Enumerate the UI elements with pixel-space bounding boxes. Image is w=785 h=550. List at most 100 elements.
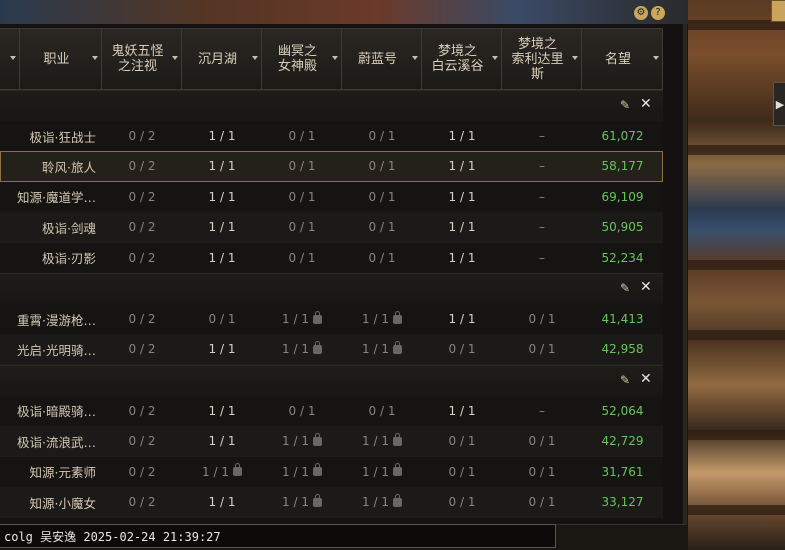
lock-icon bbox=[312, 310, 322, 324]
progress-cell: 0 / 2 bbox=[102, 426, 182, 456]
progress-value: 1 / 1 bbox=[448, 403, 476, 418]
progress-value: 1 / 1 bbox=[362, 312, 389, 326]
column-header-4[interactable]: 幽冥之 女神殿 bbox=[262, 29, 342, 89]
lock-icon bbox=[312, 493, 322, 507]
pencil-icon[interactable]: ✎ bbox=[620, 373, 630, 387]
progress-cell: 1 / 1 bbox=[422, 121, 502, 151]
job-name: 极诣·暗殿骑… bbox=[17, 404, 96, 420]
fame-value: 52,234 bbox=[601, 250, 644, 265]
dropdown-arrow-icon[interactable] bbox=[252, 56, 258, 60]
lock-icon bbox=[392, 310, 402, 324]
progress-cell: 1 / 1 bbox=[262, 334, 342, 364]
pencil-icon[interactable]: ✎ bbox=[620, 281, 630, 295]
dropdown-arrow-icon[interactable] bbox=[10, 56, 16, 60]
progress-cell: 0 / 1 bbox=[342, 121, 422, 151]
progress-cell: 0 / 1 bbox=[502, 304, 582, 334]
progress-cell: 0 / 1 bbox=[422, 426, 502, 456]
progress-value: 1 / 1 bbox=[282, 342, 309, 357]
job-name: 极诣·剑魂 bbox=[42, 220, 96, 236]
progress-value: 1 / 1 bbox=[208, 403, 236, 418]
column-header-6[interactable]: 梦境之 白云溪谷 bbox=[422, 29, 502, 89]
table-row[interactable]: 极诣·剑魂 0 / 2 1 / 1 0 / 1 0 / 1 1 / 1 – 50,905 bbox=[0, 212, 663, 244]
dropdown-arrow-icon[interactable] bbox=[653, 56, 659, 60]
table-row[interactable]: 极诣·刃影 0 / 2 1 / 1 0 / 1 0 / 1 1 / 1 – 52,234 bbox=[0, 242, 663, 274]
settings-gear-icon[interactable]: ⚙ bbox=[634, 6, 648, 20]
progress-value: – bbox=[539, 129, 545, 143]
progress-value: 1 / 1 bbox=[362, 464, 389, 479]
game-scene-background bbox=[688, 0, 785, 550]
column-header-8[interactable]: 名望 bbox=[582, 29, 663, 89]
progress-value: 0 / 2 bbox=[128, 342, 156, 357]
help-icon[interactable]: ? bbox=[651, 6, 665, 20]
progress-value: 1 / 1 bbox=[208, 159, 236, 174]
table-row[interactable]: 知源·小魔女 0 / 2 1 / 1 1 / 1 1 / 1 0 / 1 0 / 1 33,1… bbox=[0, 487, 663, 518]
dropdown-arrow-icon[interactable] bbox=[92, 56, 98, 60]
job-name: 光启·光明骑… bbox=[17, 342, 96, 358]
progress-cell: 0 / 2 bbox=[102, 121, 182, 151]
side-expand-arrow-icon[interactable]: ▶ bbox=[773, 82, 785, 126]
progress-cell: 0 / 2 bbox=[102, 457, 182, 487]
progress-value: 0 / 1 bbox=[368, 159, 396, 174]
column-header-label: 蔚蓝号 bbox=[357, 51, 397, 67]
progress-value: 1 / 1 bbox=[362, 434, 389, 449]
column-header-2[interactable]: 鬼妖五怪 之注视 bbox=[102, 29, 182, 89]
progress-value: 1 / 1 bbox=[282, 312, 309, 326]
group-header: ✎ ✕ bbox=[0, 90, 663, 122]
progress-cell: 0 / 1 bbox=[422, 457, 502, 487]
column-header-5[interactable]: 蔚蓝号 bbox=[342, 29, 422, 89]
progress-cell: 1 / 1 bbox=[182, 457, 262, 487]
progress-value: 0 / 2 bbox=[128, 189, 156, 204]
dropdown-arrow-icon[interactable] bbox=[172, 56, 178, 60]
column-header-0[interactable] bbox=[0, 29, 20, 89]
progress-cell: 1 / 1 bbox=[182, 396, 262, 426]
table-row[interactable]: 极诣·狂战士 0 / 2 1 / 1 0 / 1 0 / 1 1 / 1 – 61,072 bbox=[0, 121, 663, 152]
lock-icon bbox=[312, 340, 322, 354]
column-header-3[interactable]: 沉月湖 bbox=[182, 29, 262, 89]
column-header-label: 幽冥之 女神殿 bbox=[277, 44, 317, 74]
progress-cell: 1 / 1 bbox=[422, 151, 502, 181]
column-header-7[interactable]: 梦境之 索利达里 斯 bbox=[502, 29, 582, 89]
progress-value: 0 / 2 bbox=[128, 220, 156, 235]
dropdown-arrow-icon[interactable] bbox=[492, 56, 498, 60]
lock-icon bbox=[232, 463, 242, 477]
lock-icon bbox=[312, 463, 322, 477]
lock-icon bbox=[392, 340, 402, 354]
corner-menu-icon[interactable] bbox=[771, 0, 785, 22]
dropdown-arrow-icon[interactable] bbox=[572, 56, 578, 60]
table-row[interactable]: 知源·魔道学… 0 / 2 1 / 1 0 / 1 0 / 1 1 / 1 – 69,109 bbox=[0, 181, 663, 213]
progress-value: 0 / 1 bbox=[448, 464, 476, 479]
progress-cell: 0 / 2 bbox=[102, 304, 182, 334]
table-row[interactable]: 极诣·暗殿骑… 0 / 2 1 / 1 0 / 1 0 / 1 1 / 1 – 52,064 bbox=[0, 395, 663, 427]
column-header-label: 职业 bbox=[43, 51, 70, 67]
dropdown-arrow-icon[interactable] bbox=[332, 56, 338, 60]
progress-value: – bbox=[539, 403, 545, 418]
table-row[interactable]: 光启·光明骑… 0 / 2 1 / 1 1 / 1 1 / 1 0 / 1 0 / 1 42,… bbox=[0, 334, 663, 366]
progress-cell: 1 / 1 bbox=[182, 487, 262, 517]
progress-value: 0 / 1 bbox=[528, 434, 556, 449]
status-text: colg 吴安逸 2025-02-24 21:39:27 bbox=[4, 529, 221, 544]
progress-cell: 1 / 1 bbox=[182, 182, 262, 212]
column-header-label: 鬼妖五怪 之注视 bbox=[111, 44, 164, 74]
progress-cell: 0 / 1 bbox=[502, 487, 582, 517]
table-row[interactable]: 聆风·旅人 0 / 2 1 / 1 0 / 1 0 / 1 1 / 1 – 58,177 bbox=[0, 151, 663, 183]
close-icon[interactable]: ✕ bbox=[640, 96, 652, 112]
progress-value: 1 / 1 bbox=[448, 312, 476, 326]
progress-value: 0 / 1 bbox=[368, 189, 396, 204]
table-row[interactable]: 重霄·漫游枪… 0 / 2 0 / 1 1 / 1 1 / 1 1 / 1 0 / 1 41,… bbox=[0, 304, 663, 335]
column-header-label: 梦境之 索利达里 斯 bbox=[511, 36, 564, 82]
dropdown-arrow-icon[interactable] bbox=[412, 56, 418, 60]
pencil-icon[interactable]: ✎ bbox=[620, 98, 630, 112]
progress-value: 0 / 1 bbox=[288, 129, 316, 143]
progress-value: 0 / 1 bbox=[208, 312, 236, 326]
progress-value: 1 / 1 bbox=[362, 342, 389, 357]
close-icon[interactable]: ✕ bbox=[640, 371, 652, 387]
fame-value: 69,109 bbox=[601, 189, 644, 204]
progress-value: 0 / 2 bbox=[128, 434, 156, 449]
fame-value: 31,761 bbox=[601, 464, 644, 479]
progress-cell: 1 / 1 bbox=[422, 396, 502, 426]
table-row[interactable]: 极诣·流浪武… 0 / 2 1 / 1 1 / 1 1 / 1 0 / 1 0 / 1 42,… bbox=[0, 426, 663, 458]
table-row[interactable]: 知源·元素师 0 / 2 1 / 1 1 / 1 1 / 1 0 / 1 0 / 1 31,7… bbox=[0, 456, 663, 488]
close-icon[interactable]: ✕ bbox=[640, 279, 652, 295]
progress-cell: 1 / 1 bbox=[262, 426, 342, 456]
column-header-1[interactable]: 职业 bbox=[20, 29, 102, 89]
